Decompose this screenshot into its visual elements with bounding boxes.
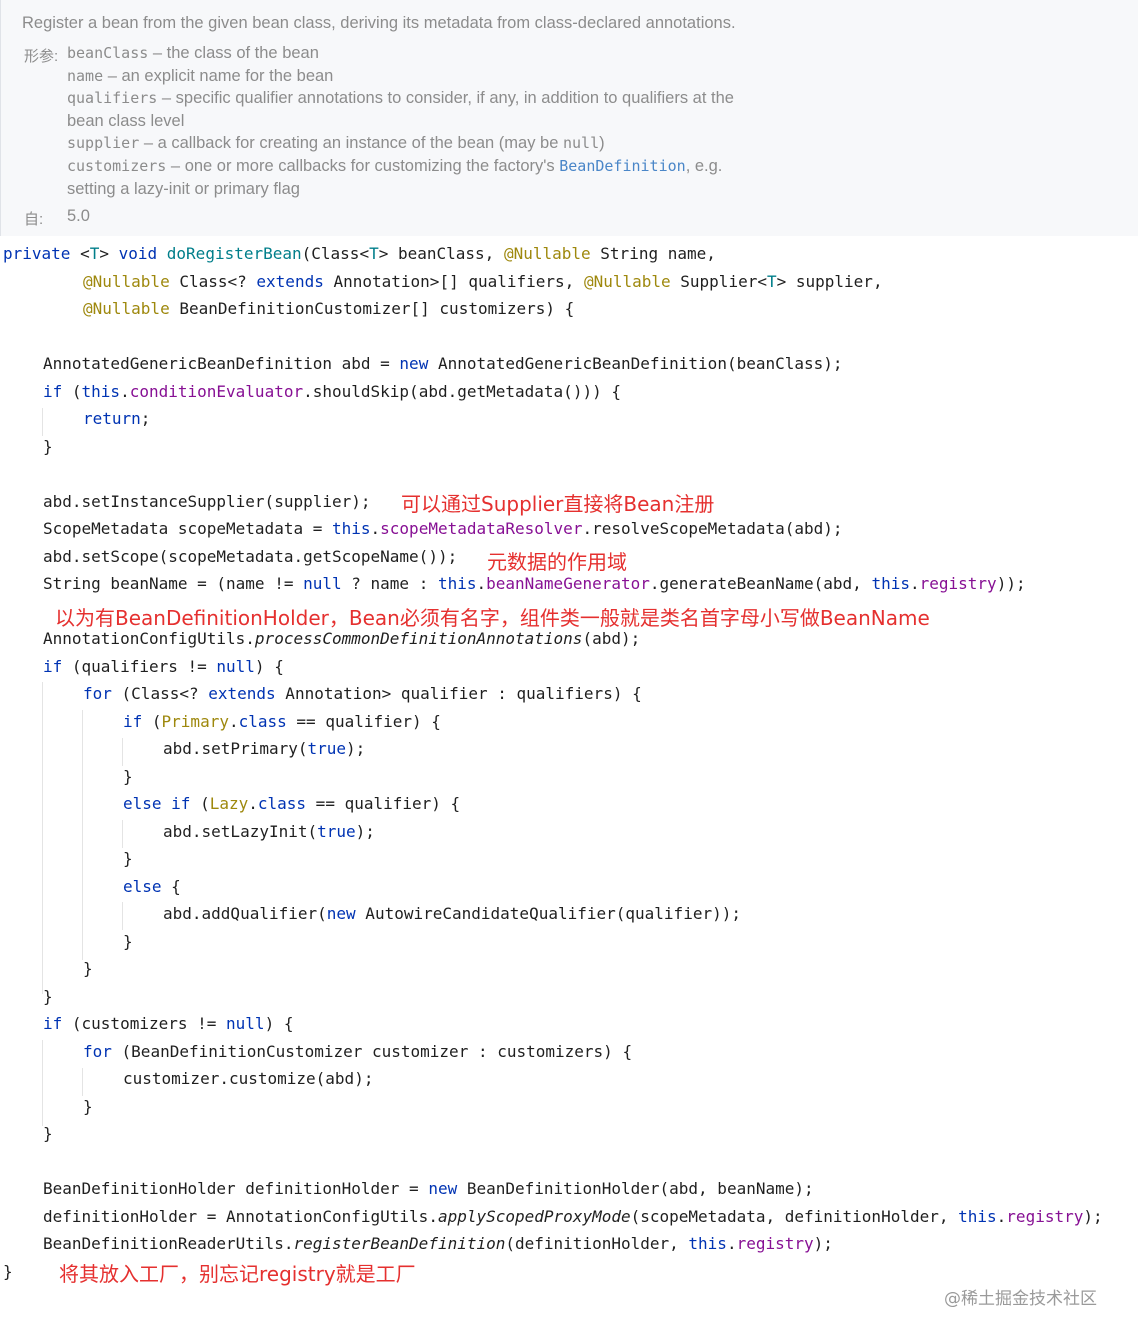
annotation-note-scope: 元数据的作用域 <box>487 550 627 574</box>
since-value: 5.0 <box>67 207 90 225</box>
code-line: } <box>43 1124 53 1143</box>
code-line: } <box>123 932 133 951</box>
code-line: abd.setPrimary(true); <box>163 739 366 758</box>
code-line: if (Primary.class == qualifier) { <box>123 712 441 731</box>
code-line: if (customizers != null) { <box>43 1014 294 1033</box>
code-line: for (Class<? extends Annotation> qualifi… <box>83 684 642 703</box>
code-line: abd.setInstanceSupplier(supplier); <box>43 492 371 511</box>
watermark: @稀土掘金技术社区 <box>944 1289 1097 1309</box>
code-line: AnnotatedGenericBeanDefinition abd = new… <box>43 354 843 373</box>
code-line: private <T> void doRegisterBean(Class<T>… <box>3 244 716 263</box>
param-qualifiers-cont: bean class level <box>67 112 185 130</box>
param-customizers: customizers – one or more callbacks for … <box>67 157 723 175</box>
code-line: for (BeanDefinitionCustomizer customizer… <box>83 1042 633 1061</box>
code-line: else { <box>123 877 181 896</box>
code-line: return; <box>83 409 151 428</box>
param-qualifiers: qualifiers – specific qualifier annotati… <box>67 89 734 107</box>
indent-guide <box>42 1040 43 1126</box>
code-line: AnnotationConfigUtils.processCommonDefin… <box>43 629 641 648</box>
annotation-note-register: 将其放入工厂，别忘记registry就是工厂 <box>59 1262 416 1286</box>
indent-guide <box>42 408 43 436</box>
indent-guide <box>122 738 123 766</box>
code-line: } <box>83 959 93 978</box>
code-line: abd.setLazyInit(true); <box>163 822 375 841</box>
code-line: abd.setScope(scopeMetadata.getScopeName(… <box>43 547 458 566</box>
code-line: BeanDefinitionReaderUtils.registerBeanDe… <box>43 1234 833 1253</box>
params-tag: 形参: <box>24 48 59 65</box>
code-line: } <box>123 767 133 786</box>
annotation-note-supplier: 可以通过Supplier直接将Bean注册 <box>401 492 715 516</box>
code-line: definitionHolder = AnnotationConfigUtils… <box>43 1207 1103 1226</box>
code-line: } <box>43 987 53 1006</box>
code-line: } <box>123 849 133 868</box>
javadoc-summary: Register a bean from the given bean clas… <box>22 14 736 32</box>
code-line: ScopeMetadata scopeMetadata = this.scope… <box>43 519 843 538</box>
code-line: @Nullable BeanDefinitionCustomizer[] cus… <box>83 299 575 318</box>
beandefinition-link[interactable]: BeanDefinition <box>559 157 685 175</box>
indent-guide <box>82 710 83 960</box>
code-line: if (qualifiers != null) { <box>43 657 284 676</box>
since-tag: 自: <box>24 211 44 228</box>
code-line: abd.addQualifier(new AutowireCandidateQu… <box>163 904 741 923</box>
indent-guide <box>122 902 123 930</box>
code-line: @Nullable Class<? extends Annotation>[] … <box>83 272 883 291</box>
code-line: String beanName = (name != null ? name :… <box>43 574 1026 593</box>
code-line: } <box>3 1262 13 1281</box>
code-line: } <box>43 437 53 456</box>
code-line: else if (Lazy.class == qualifier) { <box>123 794 461 813</box>
code-line: } <box>83 1097 93 1116</box>
code-line: customizer.customize(abd); <box>123 1069 374 1088</box>
indent-guide <box>122 820 123 848</box>
annotation-note-holder: 以为有BeanDefinitionHolder，Bean必须有名字，组件类一般就… <box>55 606 930 630</box>
param-name: name – an explicit name for the bean <box>67 67 334 85</box>
param-customizers-cont: setting a lazy-init or primary flag <box>67 180 300 198</box>
code-line: if (this.conditionEvaluator.shouldSkip(a… <box>43 382 621 401</box>
code-line: BeanDefinitionHolder definitionHolder = … <box>43 1179 814 1198</box>
javadoc-panel: Register a bean from the given bean clas… <box>0 0 1138 236</box>
indent-guide <box>42 682 43 994</box>
indent-guide <box>82 1068 83 1096</box>
param-beanClass: beanClass – the class of the bean <box>67 44 319 62</box>
param-supplier: supplier – a callback for creating an in… <box>67 134 605 152</box>
